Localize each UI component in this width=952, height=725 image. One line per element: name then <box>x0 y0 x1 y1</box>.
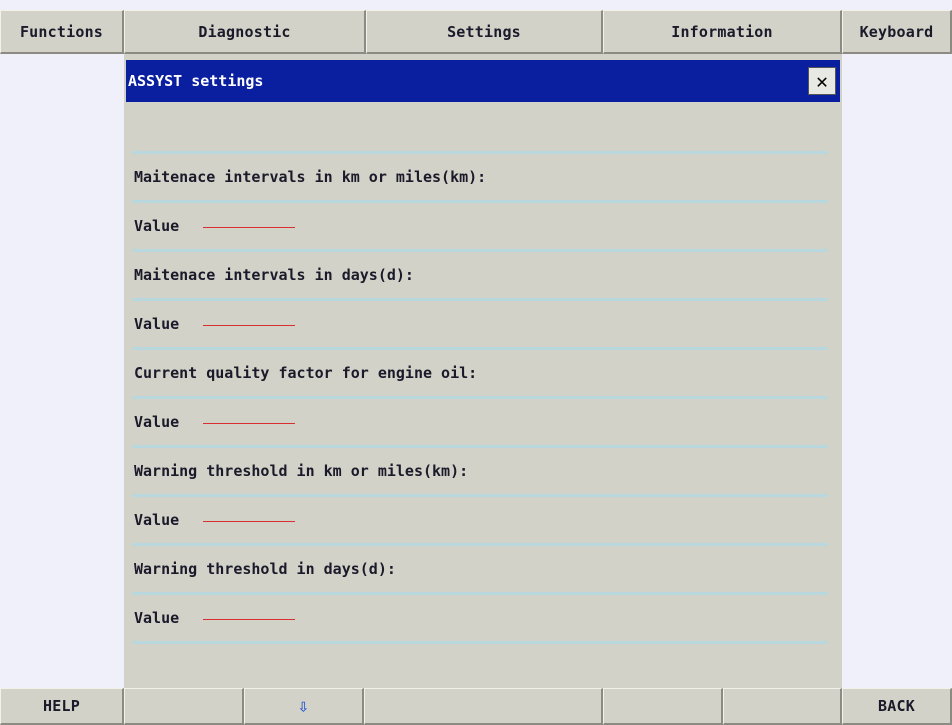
value-label: Value <box>134 413 180 431</box>
list-item[interactable]: Value <box>132 301 828 350</box>
maintenance-days-label: Maitenace intervals in days(d): <box>134 266 414 284</box>
list-item: Warning threshold in days(d): <box>132 546 828 595</box>
arrow-down-icon: ⇩ <box>297 695 310 717</box>
close-icon: ✕ <box>815 69 829 93</box>
help-button[interactable]: HELP <box>0 688 124 725</box>
warning-days-value-field[interactable] <box>203 618 296 620</box>
left-side-panel <box>0 54 124 688</box>
assyst-settings-dialog: ASSYST settings ✕ Maitenace intervals in… <box>124 54 842 688</box>
maintenance-km-label: Maitenace intervals in km or miles(km): <box>134 168 487 186</box>
f6-button[interactable] <box>723 688 842 725</box>
spacer-row <box>132 102 828 154</box>
dialog-titlebar: ASSYST settings ✕ <box>126 60 840 102</box>
scroll-down-button[interactable]: ⇩ <box>244 688 364 725</box>
top-strip <box>0 0 952 10</box>
f2-button[interactable] <box>124 688 244 725</box>
bottom-function-bar: HELP ⇩ BACK <box>0 688 952 725</box>
back-button[interactable]: BACK <box>842 688 952 725</box>
warning-km-value-field[interactable] <box>203 520 296 522</box>
maintenance-km-value-field[interactable] <box>203 226 296 228</box>
value-label: Value <box>134 217 180 235</box>
warning-days-label: Warning threshold in days(d): <box>134 560 396 578</box>
menu-settings[interactable]: Settings <box>366 10 603 54</box>
value-label: Value <box>134 609 180 627</box>
close-button[interactable]: ✕ <box>808 67 836 95</box>
menu-information[interactable]: Information <box>603 10 842 54</box>
list-item[interactable]: Value <box>132 203 828 252</box>
menu-keyboard[interactable]: Keyboard <box>842 10 952 54</box>
value-label: Value <box>134 315 180 333</box>
list-item[interactable]: Value <box>132 497 828 546</box>
right-side-panel <box>842 54 952 688</box>
list-item[interactable]: Value <box>132 399 828 448</box>
list-item: Maitenace intervals in km or miles(km): <box>132 154 828 203</box>
list-item: Warning threshold in km or miles(km): <box>132 448 828 497</box>
f4-button[interactable] <box>364 688 603 725</box>
dialog-title: ASSYST settings <box>128 72 264 90</box>
settings-list: Maitenace intervals in km or miles(km): … <box>132 102 828 644</box>
maintenance-days-value-field[interactable] <box>203 324 296 326</box>
list-item: Maitenace intervals in days(d): <box>132 252 828 301</box>
list-item: Current quality factor for engine oil: <box>132 350 828 399</box>
f5-button[interactable] <box>603 688 723 725</box>
warning-km-label: Warning threshold in km or miles(km): <box>134 462 469 480</box>
oil-quality-value-field[interactable] <box>203 422 296 424</box>
top-menu-bar: Functions Diagnostic Settings Informatio… <box>0 10 952 54</box>
menu-functions[interactable]: Functions <box>0 10 124 54</box>
menu-diagnostic[interactable]: Diagnostic <box>124 10 366 54</box>
list-item[interactable]: Value <box>132 595 828 644</box>
oil-quality-label: Current quality factor for engine oil: <box>134 364 478 382</box>
value-label: Value <box>134 511 180 529</box>
